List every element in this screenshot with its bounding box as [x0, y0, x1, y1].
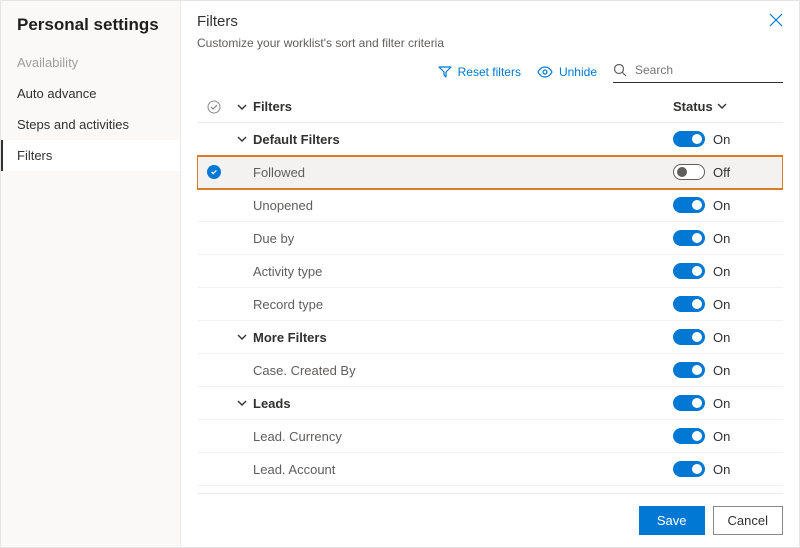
- status-toggle[interactable]: [673, 131, 705, 147]
- status-toggle[interactable]: [673, 461, 705, 477]
- filter-row[interactable]: Unopened On: [197, 189, 783, 222]
- search-input[interactable]: [633, 62, 753, 78]
- status-label: Off: [713, 165, 730, 180]
- actions-bar: Reset filters Unhide: [197, 60, 783, 83]
- close-icon[interactable]: [769, 13, 783, 27]
- cancel-button[interactable]: Cancel: [713, 506, 783, 535]
- status-label: On: [713, 462, 730, 477]
- filter-row[interactable]: Lead. Currency On: [197, 420, 783, 453]
- status-label: On: [713, 396, 730, 411]
- filter-row[interactable]: More Filters On: [197, 321, 783, 354]
- filter-row[interactable]: Activity type On: [197, 255, 783, 288]
- page-title: Filters: [197, 13, 769, 30]
- row-status: On: [673, 263, 783, 279]
- chevron-down-icon: [237, 330, 247, 345]
- status-label: On: [713, 429, 730, 444]
- sidebar-nav: AvailabilityAuto advanceSteps and activi…: [1, 47, 180, 171]
- row-status: On: [673, 461, 783, 477]
- search-wrap[interactable]: [613, 60, 783, 83]
- status-toggle[interactable]: [673, 395, 705, 411]
- row-expand-toggle[interactable]: [231, 132, 253, 147]
- status-label: On: [713, 231, 730, 246]
- row-label: Default Filters: [253, 132, 673, 147]
- chevron-down-icon: [717, 99, 727, 114]
- sidebar-item-availability: Availability: [1, 47, 180, 78]
- row-status: On: [673, 329, 783, 345]
- sidebar-title: Personal settings: [1, 15, 180, 47]
- filter-row[interactable]: Followed Off: [197, 156, 783, 189]
- row-label: Leads: [253, 396, 673, 411]
- row-status: On: [673, 296, 783, 312]
- row-label: Followed: [253, 165, 673, 180]
- table-header: Filters Status: [197, 91, 783, 123]
- row-label: Due by: [253, 231, 673, 246]
- row-status: On: [673, 131, 783, 147]
- row-label: Case. Created By: [253, 363, 673, 378]
- sidebar-item-steps-and-activities[interactable]: Steps and activities: [1, 109, 180, 140]
- main-panel: Filters Customize your worklist's sort a…: [181, 1, 799, 547]
- chevron-down-icon: [237, 396, 247, 411]
- status-toggle[interactable]: [673, 230, 705, 246]
- filter-row[interactable]: Due by On: [197, 222, 783, 255]
- reset-filters-label: Reset filters: [458, 65, 521, 79]
- column-status-label: Status: [673, 99, 713, 114]
- filter-row[interactable]: Default Filters On: [197, 123, 783, 156]
- header-select-all[interactable]: [197, 100, 231, 114]
- row-status: On: [673, 230, 783, 246]
- status-toggle[interactable]: [673, 197, 705, 213]
- status-label: On: [713, 264, 730, 279]
- row-label: Lead. Currency: [253, 429, 673, 444]
- unhide-label: Unhide: [559, 65, 597, 79]
- filter-icon: [438, 66, 452, 78]
- status-label: On: [713, 363, 730, 378]
- row-status: On: [673, 428, 783, 444]
- filter-row[interactable]: Record type On: [197, 288, 783, 321]
- status-toggle[interactable]: [673, 362, 705, 378]
- row-label: More Filters: [253, 330, 673, 345]
- status-toggle[interactable]: [673, 296, 705, 312]
- filter-row[interactable]: Leads On: [197, 387, 783, 420]
- status-label: On: [713, 132, 730, 147]
- checkmark-icon: [207, 165, 221, 179]
- header-expand-toggle[interactable]: [231, 102, 253, 112]
- search-icon: [613, 63, 627, 77]
- status-toggle[interactable]: [673, 329, 705, 345]
- row-status: On: [673, 395, 783, 411]
- sidebar-item-filters[interactable]: Filters: [1, 140, 180, 171]
- row-status: On: [673, 197, 783, 213]
- chevron-down-icon: [237, 132, 247, 147]
- row-label: Lead. Account: [253, 462, 673, 477]
- filter-row[interactable]: Lead. Account On: [197, 453, 783, 486]
- row-expand-toggle[interactable]: [231, 396, 253, 411]
- save-button[interactable]: Save: [639, 506, 705, 535]
- footer: Save Cancel: [197, 493, 783, 547]
- status-toggle[interactable]: [673, 263, 705, 279]
- status-toggle[interactable]: [673, 428, 705, 444]
- row-status: Off: [673, 164, 783, 180]
- unhide-link[interactable]: Unhide: [537, 65, 597, 79]
- eye-icon: [537, 66, 553, 78]
- filter-row[interactable]: Case. Created By On: [197, 354, 783, 387]
- row-label: Unopened: [253, 198, 673, 213]
- row-checkbox[interactable]: [197, 165, 231, 179]
- status-toggle[interactable]: [673, 164, 705, 180]
- row-label: Record type: [253, 297, 673, 312]
- sidebar: Personal settings AvailabilityAuto advan…: [1, 1, 181, 547]
- row-label: Activity type: [253, 264, 673, 279]
- sidebar-item-auto-advance[interactable]: Auto advance: [1, 78, 180, 109]
- filter-rows: Default FiltersOnFollowedOffUnopenedOnDu…: [197, 123, 783, 493]
- status-label: On: [713, 297, 730, 312]
- page-subtitle: Customize your worklist's sort and filte…: [197, 36, 783, 50]
- row-expand-toggle[interactable]: [231, 330, 253, 345]
- reset-filters-link[interactable]: Reset filters: [438, 65, 521, 79]
- status-label: On: [713, 330, 730, 345]
- status-label: On: [713, 198, 730, 213]
- column-filters-label: Filters: [253, 99, 673, 114]
- column-status[interactable]: Status: [673, 99, 783, 114]
- row-status: On: [673, 362, 783, 378]
